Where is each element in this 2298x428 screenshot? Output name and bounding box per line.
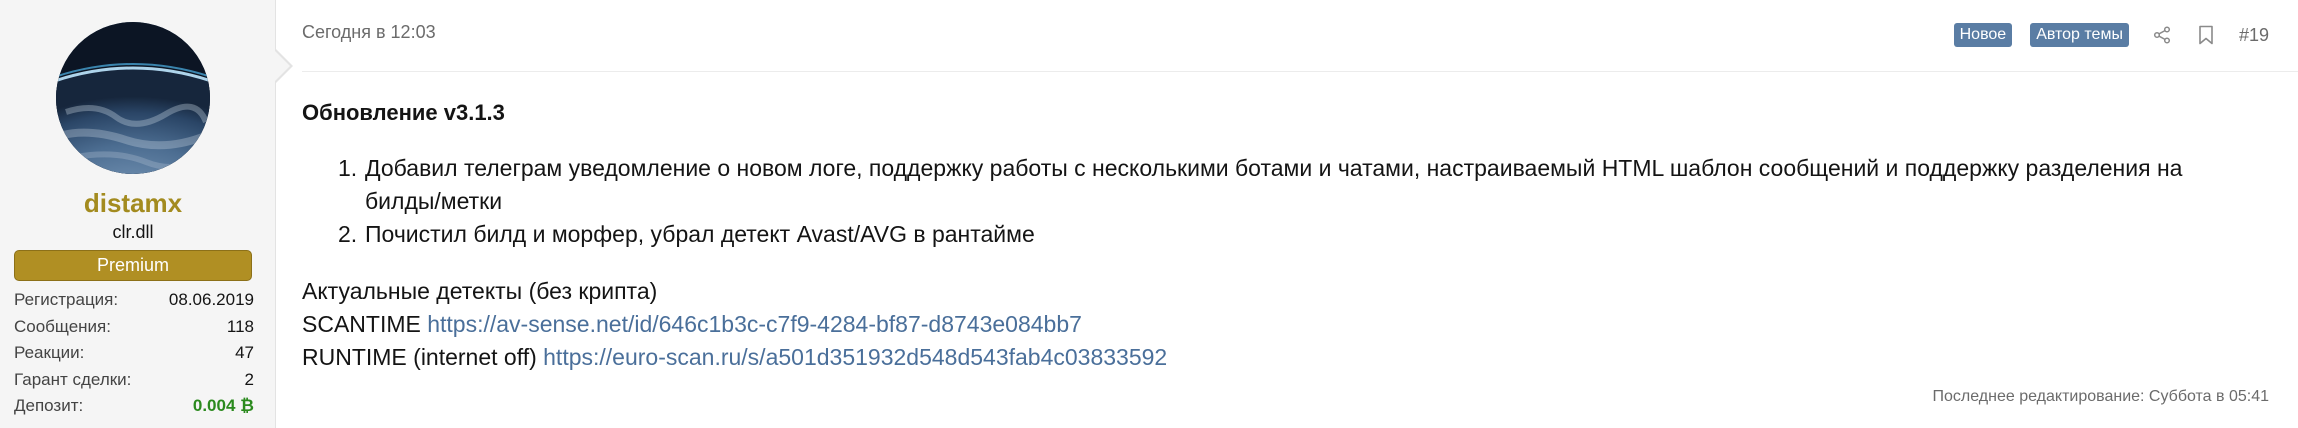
post-date[interactable]: Сегодня в 12:03 xyxy=(302,22,436,43)
stat-label: Регистрация: xyxy=(14,290,119,310)
post-body: Обновление v3.1.3 1. Добавил телеграм ув… xyxy=(302,100,2262,374)
post-title: Обновление v3.1.3 xyxy=(302,100,505,125)
scantime-line: SCANTIME https://av-sense.net/id/646c1b3… xyxy=(302,308,2262,341)
user-sidebar: distamx clr.dll Premium Регистрация: 08.… xyxy=(0,0,293,428)
list-item: 2. Почистил билд и морфер, убрал детект … xyxy=(338,218,2262,251)
list-text: Добавил телеграм уведомление о новом лог… xyxy=(365,155,2183,214)
new-badge: Новое xyxy=(1953,23,2013,47)
changes-list: 1. Добавил телеграм уведомление о новом … xyxy=(338,152,2262,251)
bookmark-icon[interactable] xyxy=(2195,24,2217,46)
last-edited: Последнее редактирование: Суббота в 05:4… xyxy=(1932,388,2269,405)
scantime-link[interactable]: https://av-sense.net/id/646c1b3c-c7f9-42… xyxy=(427,311,1082,337)
list-number: 2. xyxy=(338,221,358,247)
stat-value: 47 xyxy=(235,343,254,363)
scantime-label: SCANTIME xyxy=(302,311,428,337)
stat-label: Депозит: xyxy=(14,396,84,416)
stat-registration: Регистрация: 08.06.2019 xyxy=(14,287,254,314)
post-main: Сегодня в 12:03 Новое Автор темы #19 Обн… xyxy=(276,0,2298,428)
runtime-label: RUNTIME (internet off) xyxy=(302,344,544,370)
stat-value[interactable]: 118 xyxy=(227,317,254,337)
detects-heading: Актуальные детекты (без крипта) xyxy=(302,278,658,304)
thread-author-badge: Автор темы xyxy=(2030,23,2129,47)
post-header: Сегодня в 12:03 Новое Автор темы #19 xyxy=(302,0,2298,72)
stat-value[interactable]: 2 xyxy=(245,370,254,390)
runtime-line: RUNTIME (internet off) https://euro-scan… xyxy=(302,341,2262,374)
detects-section: Актуальные детекты (без крипта) SCANTIME… xyxy=(302,275,2262,374)
avatar[interactable] xyxy=(56,22,210,174)
list-item: 1. Добавил телеграм уведомление о новом … xyxy=(338,152,2262,218)
stat-label: Сообщения: xyxy=(14,316,111,336)
share-icon[interactable] xyxy=(2151,24,2173,46)
post-number[interactable]: #19 xyxy=(2239,25,2269,46)
list-text: Почистил билд и морфер, убрал детект Ava… xyxy=(365,221,1035,247)
stat-reactions: Реакции: 47 xyxy=(14,340,254,367)
stat-escrow: Гарант сделки: 2 xyxy=(14,367,254,394)
stat-messages: Сообщения: 118 xyxy=(14,314,254,341)
stat-deposit: Депозит: 0.004 ₿ xyxy=(14,393,254,420)
stat-label: Реакции: xyxy=(14,343,85,363)
list-number: 1. xyxy=(338,155,358,181)
avatar-earth-image xyxy=(56,22,210,174)
runtime-link[interactable]: https://euro-scan.ru/s/a501d351932d548d5… xyxy=(543,344,1167,370)
post-header-actions: Новое Автор темы #19 xyxy=(1936,22,2269,48)
stat-value: 0.004 ₿ xyxy=(192,396,254,416)
stat-label: Гарант сделки: xyxy=(14,369,132,389)
username[interactable]: distamx xyxy=(0,188,266,219)
user-banner: Premium xyxy=(14,250,252,281)
user-title: clr.dll xyxy=(112,222,154,242)
stat-value: 08.06.2019 xyxy=(168,290,254,310)
forum-post: distamx clr.dll Premium Регистрация: 08.… xyxy=(0,0,2298,428)
user-stats: Регистрация: 08.06.2019 Сообщения: 118 Р… xyxy=(14,287,254,420)
